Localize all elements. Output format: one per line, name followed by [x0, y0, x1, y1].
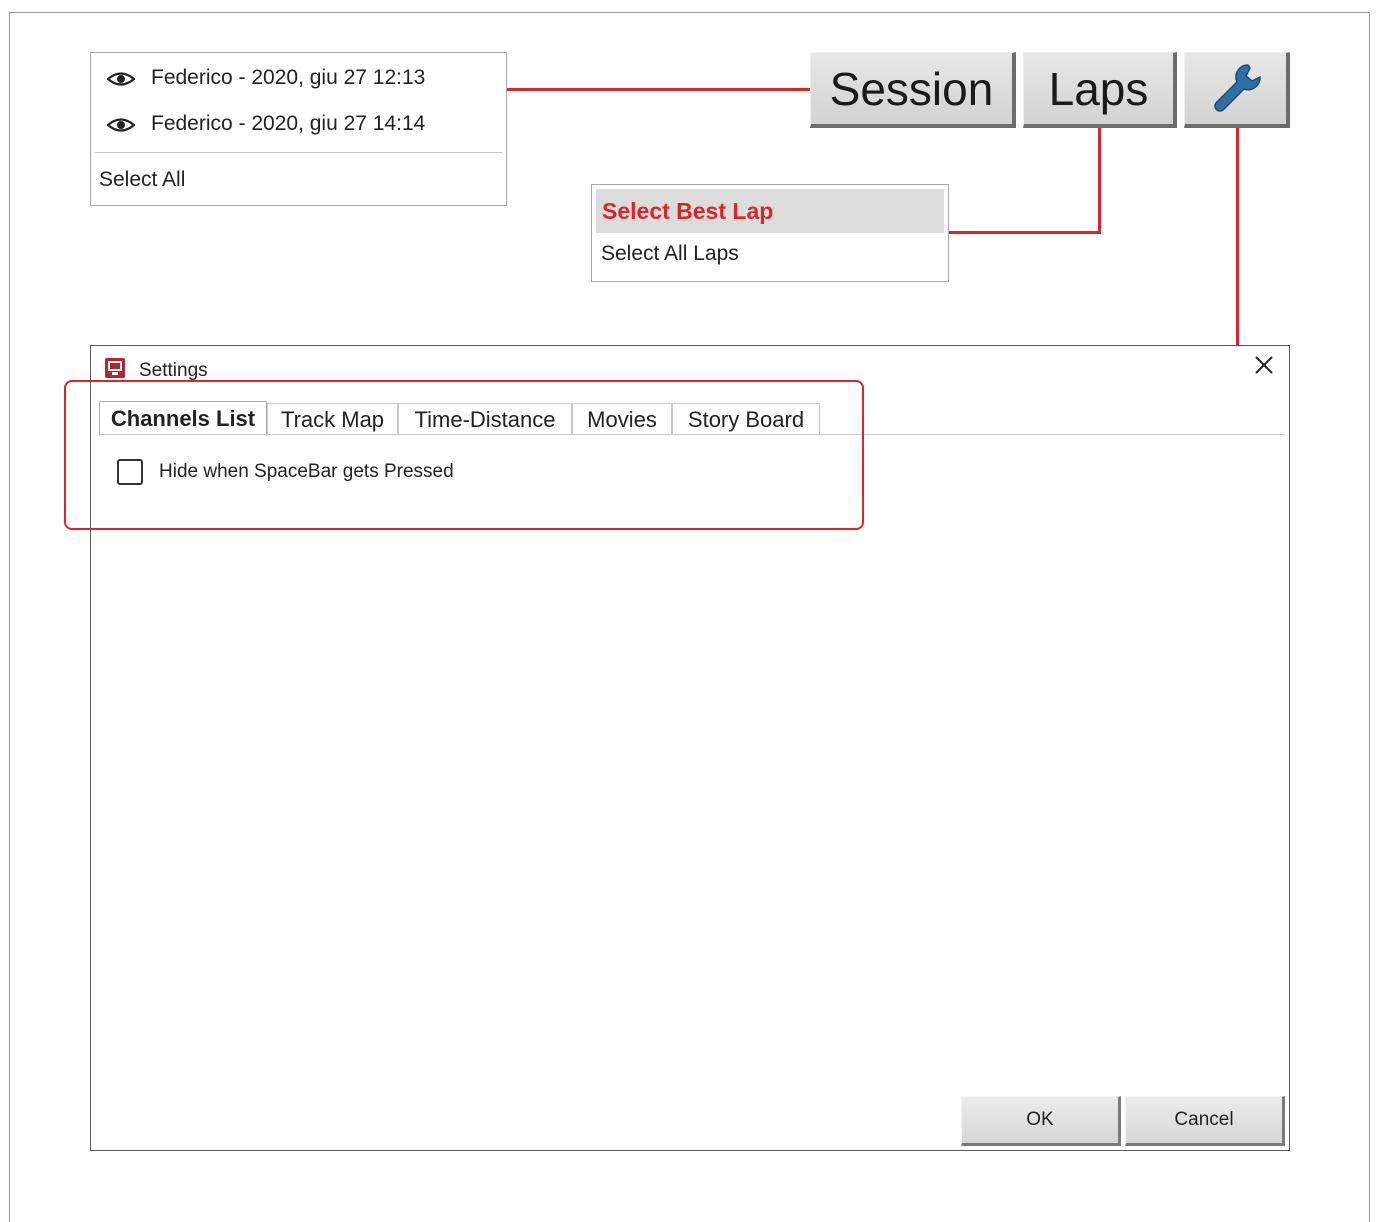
close-icon[interactable]: [1253, 354, 1275, 376]
eye-icon[interactable]: [107, 71, 135, 87]
cancel-button[interactable]: Cancel: [1125, 1096, 1285, 1146]
eye-icon[interactable]: [107, 117, 135, 133]
select-best-lap-item[interactable]: Select Best Lap: [596, 189, 944, 233]
session-menu: Federico - 2020, giu 27 12:13 Federico -…: [90, 52, 507, 206]
select-all-menu-item[interactable]: Select All: [99, 168, 185, 192]
connector-line: [949, 231, 1101, 234]
laps-menu: Select Best Lap Select All Laps: [591, 184, 949, 282]
dialog-title: Settings: [139, 360, 208, 381]
ok-button[interactable]: OK: [961, 1096, 1121, 1146]
app-icon: [105, 358, 125, 378]
session-button[interactable]: Session: [810, 52, 1016, 128]
laps-button[interactable]: Laps: [1023, 52, 1177, 128]
session-item[interactable]: Federico - 2020, giu 27 12:13: [91, 61, 506, 97]
menu-divider: [95, 152, 502, 153]
settings-button[interactable]: [1184, 52, 1290, 128]
select-all-laps-item[interactable]: Select All Laps: [601, 242, 739, 266]
wrench-icon: [1213, 63, 1261, 112]
connector-line: [507, 88, 811, 91]
session-label: Federico - 2020, giu 27 12:13: [151, 66, 426, 89]
connector-line: [1236, 128, 1239, 346]
connector-line: [1098, 128, 1101, 234]
highlight-box: [64, 380, 864, 530]
session-item[interactable]: Federico - 2020, giu 27 14:14: [91, 107, 506, 143]
session-label: Federico - 2020, giu 27 14:14: [151, 112, 426, 135]
